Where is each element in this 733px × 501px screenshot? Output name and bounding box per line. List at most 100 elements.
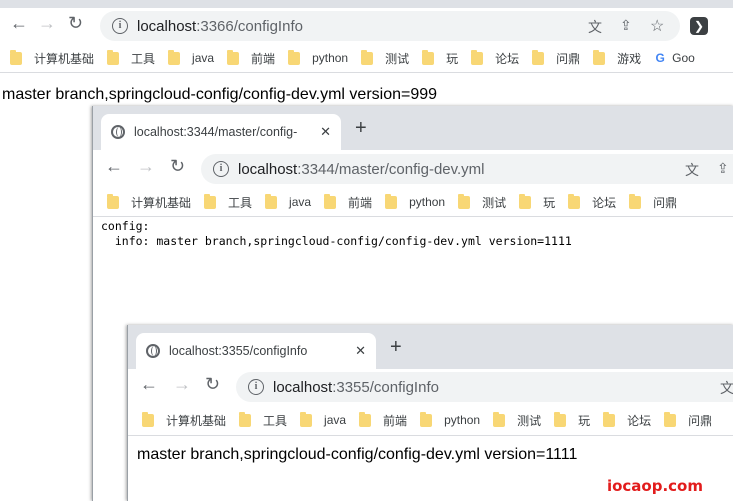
folder-icon [664,411,677,427]
translate-icon[interactable]: 文 [588,17,602,37]
translate-icon[interactable]: 文 [685,160,699,180]
info-icon[interactable]: i [248,379,264,395]
folder-icon [471,49,484,65]
bookmark-folder[interactable]: 问鼎 [629,193,677,211]
bookmark-folder[interactable]: 玩 [554,411,590,429]
folder-icon [204,193,217,209]
bookmark-folder[interactable]: 测试 [361,49,409,67]
url-host: localhost [273,378,333,396]
bookmark-folder[interactable]: 问鼎 [664,411,712,429]
folder-icon [227,49,240,65]
address-bar[interactable]: i localhost:3366/configInfo 文 ⇪ ☆ [100,11,680,41]
folder-icon [629,193,642,209]
close-tab-icon[interactable]: ✕ [355,343,366,359]
folder-icon [458,193,471,209]
folder-icon [519,193,532,209]
bookmark-folder[interactable]: 前端 [324,193,372,211]
browser-window-front: localhost:3355/configInfo ✕ + ← → ↻ i lo… [127,325,733,501]
bookmark-folder[interactable]: 计算机基础 [107,193,191,211]
folder-icon [603,411,616,427]
back-icon[interactable]: ← [10,13,28,34]
bookmark-folder[interactable]: python [288,49,348,65]
folder-icon [239,411,252,427]
bookmarks-bar: 计算机基础 工具 java 前端 python 测试 玩 论坛 问鼎 游戏 GG… [0,44,733,73]
bookmark-folder[interactable]: java [300,411,346,427]
bookmark-folder[interactable]: 工具 [204,193,252,211]
globe-icon [111,125,125,139]
folder-icon [324,193,337,209]
translate-icon[interactable]: 文 [720,378,733,398]
toolbar: ← → ↻ i localhost:3355/configInfo 文 [128,369,733,405]
url-path: :3366/configInfo [196,17,303,35]
reload-icon[interactable]: ↻ [170,156,185,177]
folder-icon [493,411,506,427]
folder-icon [361,49,374,65]
bookmark-folder[interactable]: java [168,49,214,65]
star-icon[interactable]: ☆ [650,16,664,36]
bookmarks-bar: 计算机基础 工具 java 前端 python 测试 玩 论坛 问鼎 [128,405,733,436]
bookmark-folder[interactable]: python [385,193,445,209]
folder-icon [422,49,435,65]
bookmark-folder[interactable]: 工具 [239,411,287,429]
tab-active[interactable]: localhost:3344/master/config- ✕ [101,114,341,150]
bookmark-folder[interactable]: java [265,193,311,209]
folder-icon [568,193,581,209]
bookmark-folder[interactable]: 游戏 [593,49,641,67]
url-path: :3355/configInfo [332,378,439,396]
bookmark-google[interactable]: G Goo [654,51,695,65]
address-bar[interactable]: i localhost:3344/master/config-dev.yml 文… [201,154,733,184]
folder-icon [385,193,398,209]
forward-icon[interactable]: → [173,374,191,395]
watermark: iocaop.com [606,477,703,495]
new-tab-icon[interactable]: + [390,336,402,359]
new-tab-icon[interactable]: + [355,117,367,140]
tab-title: localhost:3355/configInfo [169,344,308,358]
reload-icon[interactable]: ↻ [205,374,220,395]
response-text: master branch,springcloud-config/config-… [137,446,578,463]
url-text[interactable]: localhost:3355/configInfo [273,379,439,396]
globe-icon [146,344,160,358]
folder-icon [107,193,119,209]
bookmark-folder[interactable]: 问鼎 [532,49,580,67]
tab-active[interactable]: localhost:3355/configInfo ✕ [136,333,376,369]
url-host: localhost [137,17,197,35]
folder-icon [142,411,154,427]
bookmark-folder[interactable]: 论坛 [568,193,616,211]
back-icon[interactable]: ← [105,156,123,177]
share-icon[interactable]: ⇪ [620,17,632,34]
url-host: localhost [238,160,298,178]
extension-icon[interactable]: ❯ [690,17,708,35]
folder-icon [420,411,433,427]
yaml-line-1: config: [101,219,150,233]
back-icon[interactable]: ← [140,374,158,395]
bookmark-folder[interactable]: 玩 [422,49,458,67]
bookmark-folder[interactable]: 论坛 [603,411,651,429]
url-text[interactable]: localhost:3344/master/config-dev.yml [238,161,485,178]
info-icon[interactable]: i [112,18,128,34]
google-icon: G [655,51,665,65]
tab-title: localhost:3344/master/config- [134,125,298,139]
bookmark-folder[interactable]: 玩 [519,193,555,211]
yaml-output: config: info: master branch,springcloud-… [101,219,572,249]
reload-icon[interactable]: ↻ [68,13,83,34]
bookmark-folder[interactable]: 计算机基础 [142,411,226,429]
bookmarks-bar: 计算机基础 工具 java 前端 python 测试 玩 论坛 问鼎 [93,188,733,217]
bookmark-folder[interactable]: 论坛 [471,49,519,67]
bookmark-folder[interactable]: 计算机基础 [10,49,94,67]
close-tab-icon[interactable]: ✕ [320,124,331,140]
bookmark-folder[interactable]: 前端 [359,411,407,429]
folder-icon [10,49,22,65]
address-bar[interactable]: i localhost:3355/configInfo 文 [236,372,733,402]
folder-icon [593,49,606,65]
url-text[interactable]: localhost:3366/configInfo [137,18,303,35]
bookmark-folder[interactable]: 测试 [458,193,506,211]
bookmark-folder[interactable]: 前端 [227,49,275,67]
bookmark-folder[interactable]: 测试 [493,411,541,429]
forward-icon[interactable]: → [38,13,56,34]
share-icon[interactable]: ⇪ [717,160,729,177]
bookmark-folder[interactable]: python [420,411,480,427]
info-icon[interactable]: i [213,161,229,177]
forward-icon[interactable]: → [137,156,155,177]
toolbar: ← → ↻ i localhost:3366/configInfo 文 ⇪ ☆ … [0,8,733,44]
bookmark-folder[interactable]: 工具 [107,49,155,67]
